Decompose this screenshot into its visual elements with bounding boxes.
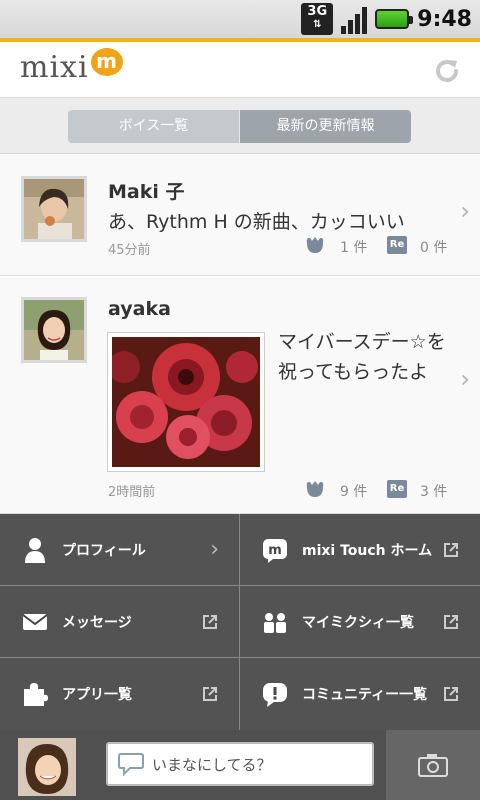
- post-time: 2時間前: [108, 485, 156, 500]
- menu-label: mixi Touch ホーム: [302, 542, 433, 559]
- like-icon: [306, 237, 324, 253]
- post-text-line2: 祝ってもらったよ: [278, 361, 429, 383]
- my-avatar[interactable]: [18, 738, 76, 796]
- external-link-icon: [444, 542, 458, 557]
- comment-icon: Re: [387, 480, 407, 498]
- avatar[interactable]: [21, 176, 87, 242]
- mixi-logo: mixi m: [20, 47, 123, 85]
- post-text-line1: マイバースデー☆を: [278, 331, 446, 353]
- tabs-bar: ボイス一覧 最新の更新情報: [0, 98, 480, 154]
- logo-mark: m: [90, 47, 123, 76]
- battery-icon: [375, 9, 414, 29]
- menu-label: コミュニティー一覧: [302, 687, 428, 703]
- community-icon: [263, 683, 287, 707]
- quick-menu: プロフィール › m mixi Touch ホーム メッセージ マイミクシィ一覧: [0, 514, 480, 730]
- feed-item[interactable]: ayaka マイバースデー☆を 祝ってもらったよ 2時間前 9 件 Re 3 件…: [0, 277, 480, 514]
- external-link-icon: [444, 614, 458, 629]
- menu-messages[interactable]: メッセージ: [0, 586, 240, 658]
- external-link-icon: [203, 687, 217, 701]
- post-text: あ、Rythm H の新曲、カッコいい: [108, 211, 405, 233]
- menu-label: メッセージ: [62, 614, 132, 631]
- comment-count: 0 件: [420, 240, 448, 256]
- status-placeholder: いまなにしてる？: [152, 755, 272, 774]
- status-input[interactable]: いまなにしてる？: [106, 742, 374, 786]
- avatar[interactable]: [21, 297, 87, 363]
- mail-icon: [22, 613, 48, 630]
- tab-latest-updates[interactable]: 最新の更新情報: [240, 110, 411, 143]
- signal-strength-icon: [341, 4, 368, 34]
- speech-bubble-icon: [118, 753, 144, 776]
- svg-text:m: m: [268, 543, 282, 558]
- status-icons: 3G ⇅ 9:48: [301, 2, 472, 36]
- menu-label: マイミクシィ一覧: [302, 614, 414, 631]
- clock: 9:48: [417, 6, 472, 32]
- person-icon: [25, 537, 45, 563]
- menu-label: プロフィール: [62, 542, 146, 559]
- menu-label: アプリ一覧: [62, 687, 132, 703]
- puzzle-icon: [24, 683, 48, 706]
- external-link-icon: [444, 687, 458, 701]
- friends-icon: [264, 612, 286, 633]
- chevron-right-icon: ›: [460, 197, 470, 225]
- tab-group: ボイス一覧 最新の更新情報: [68, 110, 411, 143]
- like-count: 9 件: [340, 484, 368, 500]
- external-link-icon: [203, 614, 217, 629]
- app-header: mixi m: [0, 38, 480, 98]
- tab-voice-list[interactable]: ボイス一覧: [68, 110, 240, 143]
- post-author: ayaka: [108, 298, 171, 320]
- network-3g-icon: 3G ⇅: [301, 3, 334, 35]
- logo-text: mixi: [20, 50, 89, 85]
- comment-count: 3 件: [420, 484, 448, 500]
- menu-mixi-touch-home[interactable]: m mixi Touch ホーム: [240, 514, 480, 586]
- flower-bouquet-image: [108, 337, 260, 467]
- like-icon: [306, 481, 324, 497]
- post-photo[interactable]: [107, 332, 265, 472]
- like-count: 1 件: [340, 240, 368, 256]
- network-label: 3G: [307, 4, 328, 19]
- menu-communities[interactable]: コミュニティー一覧: [240, 658, 480, 730]
- status-bar: 3G ⇅ 9:48: [0, 0, 480, 38]
- menu-my-mixi-list[interactable]: マイミクシィ一覧: [240, 586, 480, 658]
- chevron-right-icon: ›: [460, 365, 470, 393]
- comment-icon: Re: [387, 236, 407, 254]
- camera-button[interactable]: [386, 730, 480, 800]
- menu-profile[interactable]: プロフィール ›: [0, 514, 240, 586]
- post-author: Maki 子: [108, 181, 185, 203]
- chevron-right-icon: ›: [210, 537, 219, 562]
- mixi-home-icon: m: [263, 538, 287, 563]
- post-time: 45分前: [108, 243, 151, 258]
- camera-icon: [418, 754, 448, 777]
- menu-apps[interactable]: アプリ一覧: [0, 658, 240, 730]
- refresh-icon[interactable]: [432, 56, 462, 86]
- feed-item[interactable]: Maki 子 あ、Rythm H の新曲、カッコいい 45分前 1 件 Re 0…: [0, 155, 480, 276]
